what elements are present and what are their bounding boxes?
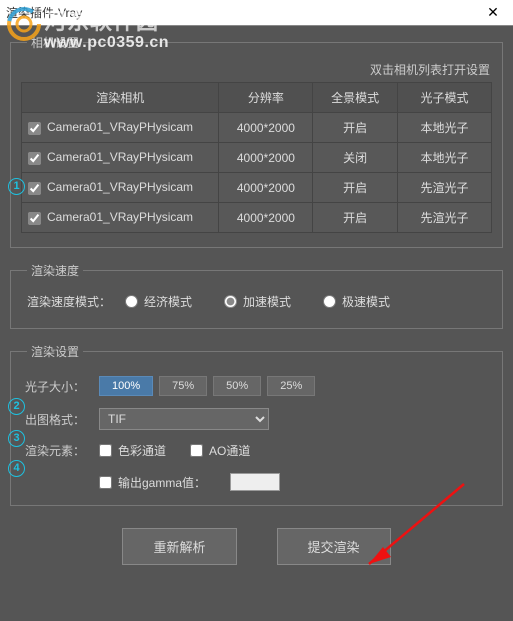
channel-ao[interactable]: AO通道 [190, 442, 250, 459]
watermark-url: www.pc0359.cn [44, 34, 169, 52]
speed-fieldset: 渲染速度 渲染速度模式： 经济模式 加速模式 极速模式 [10, 262, 503, 329]
table-row[interactable]: Camera01_VRayPHysicam 4000*2000 关闭 本地光子 [22, 143, 492, 173]
col-pano: 全景模式 [313, 83, 398, 113]
speed-label: 渲染速度模式： [27, 293, 111, 310]
table-row[interactable]: Camera01_VRayPHysicam 4000*2000 开启 先渲光子 [22, 173, 492, 203]
camera-photon: 先渲光子 [397, 203, 491, 233]
camera-pano: 开启 [313, 173, 398, 203]
photon-size-100[interactable]: 100% [99, 376, 153, 396]
annotation-3: 3 [8, 430, 25, 447]
camera-name: Camera01_VRayPHysicam [47, 180, 193, 194]
gamma-checkbox[interactable] [99, 476, 112, 489]
camera-name: Camera01_VRayPHysicam [47, 120, 193, 134]
photon-size-label: 光子大小： [25, 378, 99, 395]
speed-opt-accelerate[interactable]: 加速模式 [224, 293, 291, 310]
camera-checkbox[interactable] [28, 182, 41, 195]
col-camera: 渲染相机 [22, 83, 219, 113]
col-res: 分辨率 [219, 83, 313, 113]
camera-photon: 先渲光子 [397, 173, 491, 203]
camera-res: 4000*2000 [219, 173, 313, 203]
close-icon: ✕ [487, 4, 499, 21]
camera-res: 4000*2000 [219, 203, 313, 233]
camera-pano: 开启 [313, 113, 398, 143]
reparse-button[interactable]: 重新解析 [122, 528, 236, 565]
camera-res: 4000*2000 [219, 113, 313, 143]
channel-color-checkbox[interactable] [99, 444, 112, 457]
channels-label: 渲染元素： [25, 442, 99, 459]
table-row[interactable]: Camera01_VRayPHysicam 4000*2000 开启 本地光子 [22, 113, 492, 143]
gamma-input[interactable] [230, 473, 280, 491]
close-button[interactable]: ✕ [473, 0, 513, 25]
photon-size-50[interactable]: 50% [213, 376, 261, 396]
camera-photon: 本地光子 [397, 113, 491, 143]
format-label: 出图格式： [25, 411, 99, 428]
photon-size-25[interactable]: 25% [267, 376, 315, 396]
camera-name: Camera01_VRayPHysicam [47, 210, 193, 224]
annotation-4: 4 [8, 460, 25, 477]
channel-ao-checkbox[interactable] [190, 444, 203, 457]
speed-legend: 渲染速度 [27, 262, 83, 279]
annotation-2: 2 [8, 398, 25, 415]
speed-radio[interactable] [323, 295, 336, 308]
table-row[interactable]: Camera01_VRayPHysicam 4000*2000 开启 先渲光子 [22, 203, 492, 233]
gamma-label: 输出gamma值： [118, 474, 206, 491]
settings-fieldset: 渲染设置 光子大小： 100% 75% 50% 25% 出图格式： TIF 渲染… [10, 343, 503, 506]
annotation-1: 1 [8, 178, 25, 195]
format-select[interactable]: TIF [99, 408, 269, 430]
main-panel: 相机设置 双击相机列表打开设置 渲染相机 分辨率 全景模式 光子模式 Camer… [0, 26, 513, 621]
camera-table[interactable]: 渲染相机 分辨率 全景模式 光子模式 Camera01_VRayPHysicam… [21, 82, 492, 233]
speed-opt-economy[interactable]: 经济模式 [125, 293, 192, 310]
channel-color[interactable]: 色彩通道 [99, 442, 166, 459]
speed-radio[interactable] [125, 295, 138, 308]
camera-hint: 双击相机列表打开设置 [21, 61, 492, 78]
watermark-name: 河东软件园 [44, 4, 169, 36]
camera-res: 4000*2000 [219, 143, 313, 173]
speed-opt-extreme[interactable]: 极速模式 [323, 293, 390, 310]
watermark-logo-icon [6, 6, 42, 42]
speed-radio[interactable] [224, 295, 237, 308]
camera-name: Camera01_VRayPHysicam [47, 150, 193, 164]
camera-checkbox[interactable] [28, 152, 41, 165]
settings-legend: 渲染设置 [27, 343, 83, 360]
camera-pano: 开启 [313, 203, 398, 233]
camera-checkbox[interactable] [28, 122, 41, 135]
col-photon: 光子模式 [397, 83, 491, 113]
camera-fieldset: 相机设置 双击相机列表打开设置 渲染相机 分辨率 全景模式 光子模式 Camer… [10, 34, 503, 248]
gamma-option[interactable]: 输出gamma值： [99, 474, 206, 491]
camera-photon: 本地光子 [397, 143, 491, 173]
photon-size-75[interactable]: 75% [159, 376, 207, 396]
camera-checkbox[interactable] [28, 212, 41, 225]
camera-pano: 关闭 [313, 143, 398, 173]
watermark-text: 河东软件园 www.pc0359.cn [44, 4, 169, 52]
submit-button[interactable]: 提交渲染 [277, 528, 391, 565]
